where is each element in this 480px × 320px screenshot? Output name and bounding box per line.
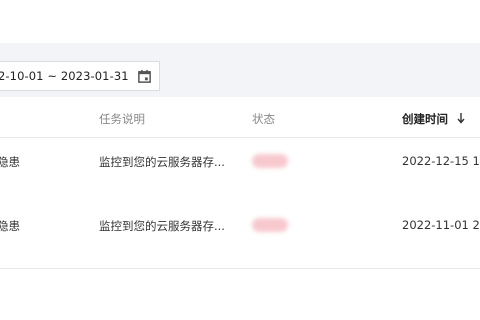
column-status: 状态 — [252, 112, 275, 126]
column-task-description: 任务说明 — [99, 112, 145, 126]
table-header: 任务说明 状态 创建时间 — [0, 98, 480, 138]
date-range-value: 2-10-01 ~ 2023-01-31 — [0, 69, 129, 83]
sort-descending-icon[interactable] — [456, 112, 466, 124]
table-row[interactable]: 隐患 监控到您的云服务器存... 2022-11-01 22 — [0, 203, 480, 269]
status-badge — [252, 154, 288, 168]
row-type: 隐患 — [0, 155, 20, 169]
row-type: 隐患 — [0, 219, 20, 233]
column-created-time[interactable]: 创建时间 — [402, 111, 448, 127]
row-created-time: 2022-11-01 22 — [402, 218, 480, 232]
row-created-time: 2022-12-15 18 — [402, 154, 480, 168]
row-description: 监控到您的云服务器存... — [99, 155, 225, 169]
table-row[interactable]: 隐患 监控到您的云服务器存... 2022-12-15 18 — [0, 139, 480, 205]
row-description: 监控到您的云服务器存... — [99, 219, 225, 233]
status-badge — [252, 218, 288, 232]
date-range-picker[interactable]: 2-10-01 ~ 2023-01-31 — [0, 61, 160, 91]
calendar-icon[interactable] — [137, 69, 152, 84]
